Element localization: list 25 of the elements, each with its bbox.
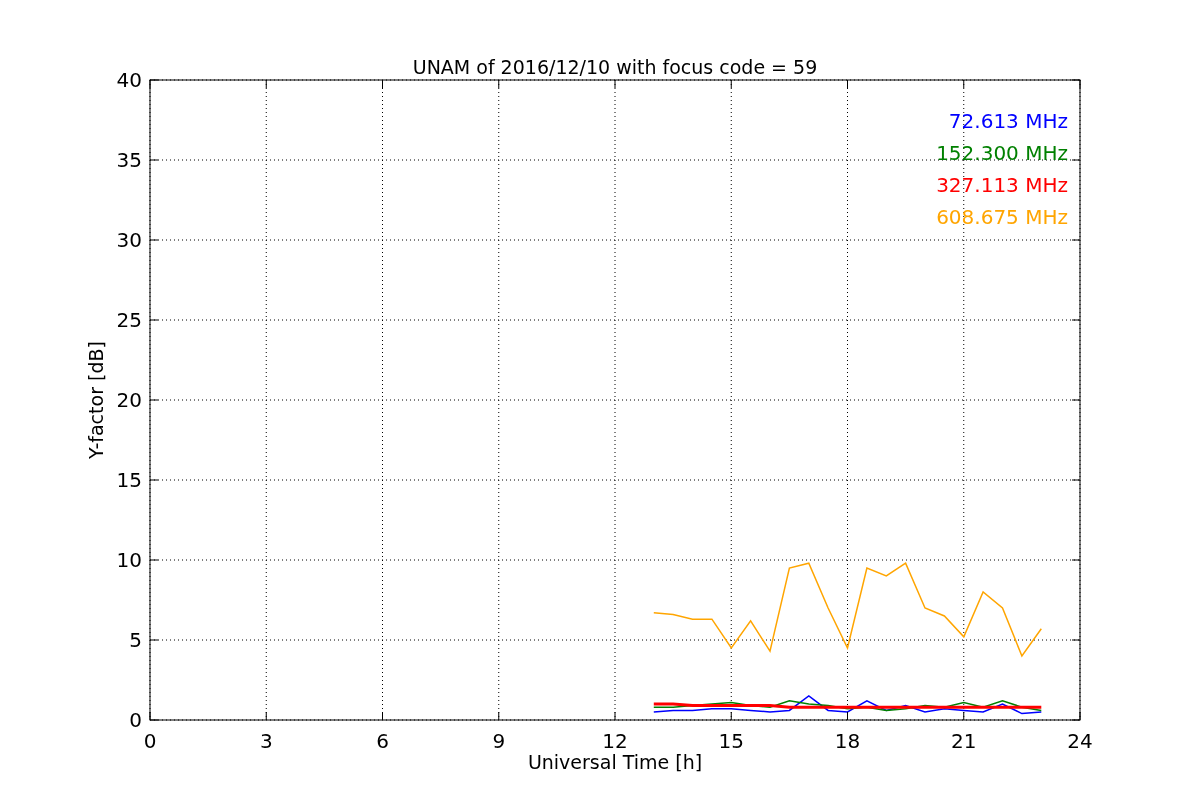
x-tick-label: 0	[143, 729, 157, 753]
x-tick-label: 3	[259, 729, 273, 753]
y-tick-label: 10	[116, 548, 142, 572]
legend-label: 72.613 MHz	[948, 109, 1068, 133]
y-tick-label: 40	[116, 68, 142, 92]
y-tick-label: 25	[116, 308, 142, 332]
x-tick-label: 24	[1067, 729, 1093, 753]
x-tick-label: 12	[602, 729, 628, 753]
y-tick-label: 15	[116, 468, 142, 492]
x-axis-label: Universal Time [h]	[527, 751, 703, 773]
legend-label: 608.675 MHz	[936, 205, 1068, 229]
legend-label: 152.300 MHz	[936, 141, 1068, 165]
chart-title: UNAM of 2016/12/10 with focus code = 59	[412, 56, 818, 78]
x-tick-label: 21	[951, 729, 977, 753]
y-axis-label: Y-factor [dB]	[85, 341, 107, 459]
y-tick-label: 5	[129, 628, 142, 652]
legend-label: 327.113 MHz	[936, 173, 1068, 197]
y-tick-label: 30	[116, 228, 142, 252]
y-tick-label: 0	[129, 708, 142, 732]
x-tick-label: 6	[376, 729, 389, 753]
x-tick-label: 18	[834, 729, 861, 753]
x-tick-label: 9	[492, 729, 506, 753]
y-tick-label: 20	[116, 388, 142, 412]
y-tick-label: 35	[116, 148, 142, 172]
x-tick-label: 15	[718, 729, 744, 753]
